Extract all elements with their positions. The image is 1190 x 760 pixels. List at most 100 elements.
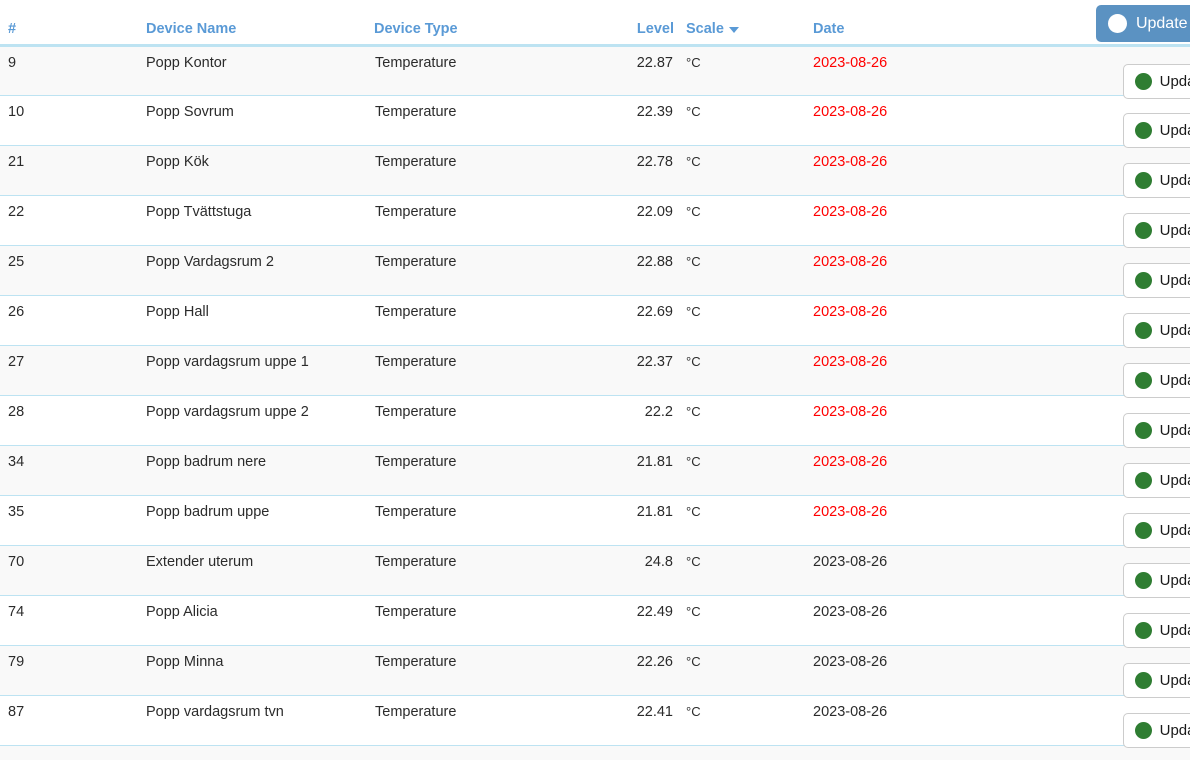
- cell-device-name: Popp vardagsrum uppe 2: [73, 395, 374, 446]
- update-button[interactable]: Update: [1122, 412, 1190, 448]
- table-row[interactable]: 25 Popp Vardagsrum 2 Temperature 22.88 °C 202…: [0, 245, 1190, 298]
- column-header-index[interactable]: #: [0, 0, 73, 47]
- table-row[interactable]: 22 Popp Tvättstuga Temperature 22.09 °C 2023-…: [0, 195, 1190, 248]
- cell-scale: °C: [674, 195, 796, 246]
- status-circle-icon: [1134, 221, 1152, 239]
- table-row[interactable]: 9 Popp Kontor Temperature 22.87 °C 2023-08-26…: [0, 45, 1190, 99]
- table-row[interactable]: 35 Popp badrum uppe Temperature 21.81 °C 2023…: [0, 495, 1190, 548]
- cell-action: Update: [1063, 345, 1190, 398]
- status-circle-icon: [1134, 121, 1152, 139]
- table-row[interactable]: 26 Popp Hall Temperature 22.69 °C 2023-08-26 U…: [0, 295, 1190, 348]
- cell-date: 2023-08-26: [796, 45, 1063, 96]
- update-button[interactable]: Update: [1122, 362, 1190, 398]
- cell-level: 22.2: [614, 395, 674, 446]
- cell-device-name: Popp vardagsrum uppe 1: [73, 345, 374, 396]
- cell-device-type: Temperature: [374, 45, 614, 96]
- cell-action: Update: [1063, 195, 1190, 248]
- cell-scale: °C: [674, 245, 796, 296]
- table-row[interactable]: 74 Popp Alicia Temperature 22.49 °C 2023-08-2…: [0, 595, 1190, 648]
- cell-date: 2023-08-26: [796, 345, 1063, 396]
- update-button[interactable]: Update: [1122, 512, 1190, 548]
- update-button[interactable]: Update: [1122, 662, 1190, 698]
- update-button[interactable]: Update: [1122, 612, 1190, 648]
- cell-action: Update: [1063, 595, 1190, 648]
- cell-date: 2023-08-26: [796, 245, 1063, 296]
- cell-device-name: Popp Kontor: [73, 45, 374, 96]
- cell-index: 21: [0, 145, 73, 196]
- cell-device-name: Extender uterum: [73, 545, 374, 596]
- cell-scale: [674, 745, 796, 760]
- table-row[interactable]: 87 Popp vardagsrum tvn Temperature 22.41 °C 2…: [0, 695, 1190, 748]
- cell-date: 2023-08-26: [796, 395, 1063, 446]
- cell-date: 2023-08-26: [796, 145, 1063, 196]
- table-header-row: # Device Name Device Type Level Scale Da…: [0, 0, 1190, 47]
- table-header: # Device Name Device Type Level Scale Da…: [0, 0, 1190, 47]
- table-row[interactable]: Update: [0, 745, 1190, 760]
- table-row[interactable]: 28 Popp vardagsrum uppe 2 Temperature 22.2 °…: [0, 395, 1190, 448]
- status-circle-icon: [1134, 571, 1152, 589]
- table-row[interactable]: 27 Popp vardagsrum uppe 1 Temperature 22.37…: [0, 345, 1190, 398]
- cell-action: Update: [1063, 45, 1190, 99]
- table-row[interactable]: 79 Popp Minna Temperature 22.26 °C 2023-08-26…: [0, 645, 1190, 698]
- column-header-device-name[interactable]: Device Name: [73, 0, 374, 47]
- update-button[interactable]: Update: [1122, 63, 1190, 99]
- cell-device-name: Popp badrum nere: [73, 445, 374, 496]
- column-header-device-type[interactable]: Device Type: [374, 0, 614, 47]
- update-button-label: Update: [1159, 521, 1190, 539]
- status-circle-icon: [1134, 671, 1152, 689]
- cell-device-type: Temperature: [374, 145, 614, 196]
- column-header-level[interactable]: Level: [614, 0, 674, 47]
- cell-scale: °C: [674, 145, 796, 196]
- update-button[interactable]: Update: [1122, 312, 1190, 348]
- update-button-label: Update: [1159, 571, 1190, 589]
- cell-scale: °C: [674, 395, 796, 446]
- column-header-device-name-label: Device Name: [146, 20, 237, 37]
- cell-device-name: Popp Kök: [73, 145, 374, 196]
- table-row[interactable]: 10 Popp Sovrum Temperature 22.39 °C 2023-08-2…: [0, 95, 1190, 148]
- cell-index: 22: [0, 195, 73, 246]
- cell-level: 21.81: [614, 445, 674, 496]
- update-button[interactable]: Update: [1122, 112, 1190, 148]
- cell-device-type: Temperature: [374, 295, 614, 346]
- column-header-date[interactable]: Date: [796, 0, 1063, 47]
- cell-level: 21.81: [614, 495, 674, 546]
- cell-index: 10: [0, 95, 73, 146]
- cell-device-type: Temperature: [374, 395, 614, 446]
- cell-level: 22.09: [614, 195, 674, 246]
- cell-level: 22.26: [614, 645, 674, 696]
- table-row[interactable]: 21 Popp Kök Temperature 22.78 °C 2023-08-26 Up…: [0, 145, 1190, 198]
- cell-date: [796, 745, 1063, 760]
- update-all-button[interactable]: Update all: [1095, 5, 1190, 42]
- cell-index: 35: [0, 495, 73, 546]
- cell-device-type: Temperature: [374, 445, 614, 496]
- cell-index: 79: [0, 645, 73, 696]
- update-button-label: Update: [1159, 621, 1190, 639]
- update-button[interactable]: Update: [1122, 462, 1190, 498]
- cell-level: 22.69: [614, 295, 674, 346]
- cell-scale: °C: [674, 645, 796, 696]
- cell-device-name: Popp vardagsrum tvn: [73, 695, 374, 746]
- column-header-date-label: Date: [813, 20, 845, 37]
- table-row[interactable]: 34 Popp badrum nere Temperature 21.81 °C 2023…: [0, 445, 1190, 498]
- column-header-scale[interactable]: Scale: [674, 0, 796, 47]
- update-button-label: Update: [1159, 321, 1190, 339]
- update-button[interactable]: Update: [1122, 262, 1190, 298]
- cell-scale: °C: [674, 45, 796, 96]
- update-button[interactable]: Update: [1122, 712, 1190, 748]
- cell-date: 2023-08-26: [796, 95, 1063, 146]
- cell-level: 22.87: [614, 45, 674, 96]
- column-header-actions: Update all: [1063, 0, 1190, 47]
- cell-index: [0, 745, 73, 760]
- table-row[interactable]: 70 Extender uterum Temperature 24.8 °C 2023-0…: [0, 545, 1190, 598]
- cell-device-name: Popp Vardagsrum 2: [73, 245, 374, 296]
- status-circle-icon: [1134, 471, 1152, 489]
- cell-date: 2023-08-26: [796, 295, 1063, 346]
- cell-index: 34: [0, 445, 73, 496]
- update-button[interactable]: Update: [1122, 162, 1190, 198]
- cell-level: 22.41: [614, 695, 674, 746]
- cell-device-type: Temperature: [374, 95, 614, 146]
- update-button[interactable]: Update: [1122, 212, 1190, 248]
- update-button[interactable]: Update: [1122, 562, 1190, 598]
- cell-device-name: Popp Minna: [73, 645, 374, 696]
- cell-device-name: Popp Sovrum: [73, 95, 374, 146]
